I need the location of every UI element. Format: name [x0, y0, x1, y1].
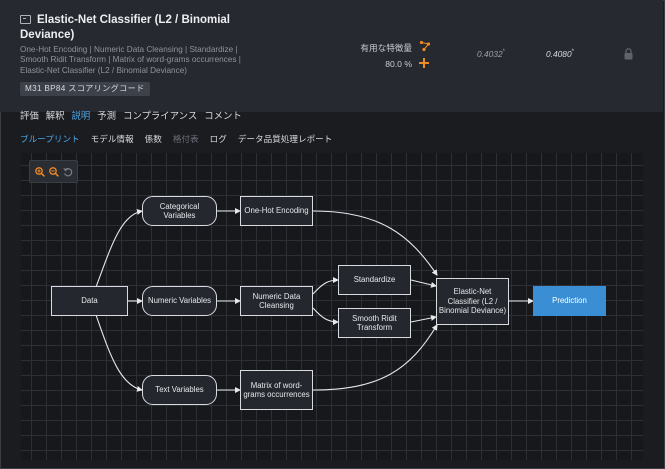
node-categorical-variables[interactable]: Categorical Variables: [142, 196, 217, 226]
node-elastic-net-classifier[interactable]: Elastic-Net Classifier (L2 / Binomial De…: [436, 278, 509, 325]
subtab-blueprint[interactable]: ブループリント: [20, 133, 80, 145]
subtab-model-info[interactable]: モデル情報: [91, 133, 134, 145]
tab-compliance[interactable]: コンプライアンス: [123, 109, 197, 125]
sub-tabs: ブループリント モデル情報 係数 格付表 ログ データ品質処理レポート: [20, 133, 343, 145]
cv-score: 0.4080*: [546, 49, 574, 59]
tab-describe[interactable]: 説明: [72, 109, 91, 125]
main-tabs: 評価 解釈 説明 予測 コンプライアンス コメント: [20, 109, 249, 125]
model-title: Elastic-Net Classifier (L2 / Binomial De…: [20, 14, 231, 41]
lock-icon: [624, 48, 633, 60]
node-text-variables[interactable]: Text Variables: [142, 375, 217, 405]
node-data[interactable]: Data: [51, 286, 128, 316]
feature-percent: 80.0 %: [385, 59, 412, 69]
node-prediction[interactable]: Prediction: [533, 286, 606, 316]
subtab-log[interactable]: ログ: [210, 133, 227, 145]
model-description: One-Hot Encoding | Numeric Data Cleansin…: [20, 45, 241, 75]
zoom-toolbar: [29, 160, 78, 183]
tab-understand[interactable]: 解釈: [46, 109, 65, 125]
tab-evaluate[interactable]: 評価: [20, 109, 39, 125]
reset-icon[interactable]: [63, 167, 73, 177]
node-standardize[interactable]: Standardize: [338, 265, 411, 295]
tab-predict[interactable]: 予測: [97, 109, 116, 125]
zoom-out-icon[interactable]: [49, 167, 59, 177]
zoom-in-icon[interactable]: [35, 167, 45, 177]
node-word-grams-matrix[interactable]: Matrix of word-grams occurrences: [240, 370, 313, 410]
feature-list-label[interactable]: 有用な特徴量: [360, 42, 412, 54]
model-badge: M31 BP84 スコアリングコード: [20, 82, 150, 96]
model-header: Elastic-Net Classifier (L2 / Binomial De…: [0, 0, 663, 112]
tab-comments[interactable]: コメント: [204, 109, 242, 125]
subtab-rating-table: 格付表: [172, 134, 199, 144]
feature-list-icon[interactable]: [419, 40, 431, 52]
subtab-data-quality-report[interactable]: データ品質処理レポート: [238, 133, 333, 145]
node-smooth-ridit-transform[interactable]: Smooth Ridit Transform: [338, 308, 411, 338]
plus-icon[interactable]: [419, 58, 429, 68]
validation-score: 0.4032*: [477, 49, 505, 59]
node-numeric-variables[interactable]: Numeric Variables: [142, 286, 217, 316]
subtab-coefficients[interactable]: 係数: [145, 133, 162, 145]
node-numeric-data-cleansing[interactable]: Numeric Data Cleansing: [240, 286, 313, 316]
node-one-hot-encoding[interactable]: One-Hot Encoding: [240, 196, 313, 226]
